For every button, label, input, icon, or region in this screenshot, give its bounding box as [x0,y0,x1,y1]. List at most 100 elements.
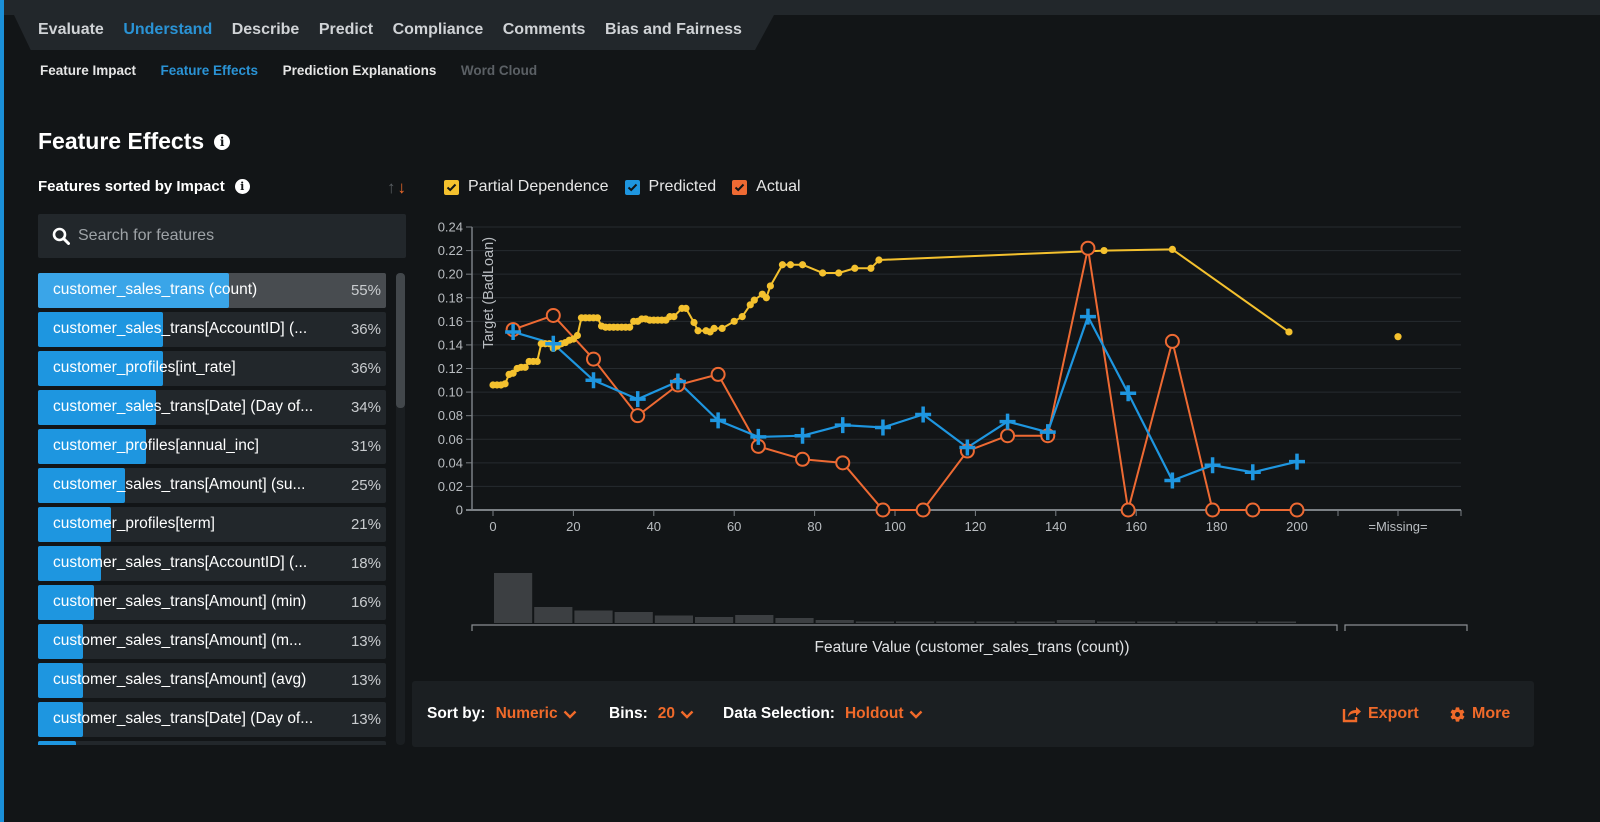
histogram-bar[interactable] [1257,621,1296,624]
partial-dependence-point[interactable] [573,331,582,340]
histogram-bar[interactable] [896,621,935,624]
partial-dependence-point[interactable] [670,313,678,321]
predicted-point[interactable] [915,406,932,423]
feature-list-item[interactable]: customer_sales_trans[AccountID] (... 18% [38,546,386,581]
partial-dependence-point[interactable] [851,264,859,272]
partial-dependence-point[interactable] [710,324,718,333]
feature-list-item[interactable]: customer_sales_trans[Amount] (su... 25% [38,468,386,503]
histogram-bar[interactable] [735,615,774,623]
feature-list-item[interactable]: customer_sales_trans[Date] (Day of... 13% [38,702,386,737]
actual-point[interactable] [795,451,811,467]
tab-comments[interactable]: Comments [503,20,586,40]
partial-dependence-point[interactable] [778,261,787,269]
actual-point[interactable] [586,351,601,367]
partial-dependence-point[interactable] [1168,245,1176,254]
tab-understand[interactable]: Understand [123,20,212,40]
predicted-point[interactable] [1289,453,1305,470]
actual-point[interactable] [915,502,931,518]
histogram-bar[interactable] [614,612,653,623]
predicted-point[interactable] [1204,457,1221,474]
checkbox-checked-icon[interactable] [444,179,459,195]
actual-point[interactable] [1245,502,1261,518]
partial-dependence-point[interactable] [762,294,770,302]
scrollbar-thumb[interactable] [396,273,405,408]
histogram-bar[interactable] [976,621,1015,624]
predicted-point[interactable] [874,419,891,436]
actual-point[interactable] [875,502,891,518]
subtab-prediction-explanations[interactable]: Prediction Explanations [283,63,437,78]
partial-dependence-missing-point[interactable] [1394,333,1402,341]
actual-point[interactable] [1000,428,1016,444]
data-selection-dropdown[interactable]: Holdout [845,705,923,723]
partial-dependence-point[interactable] [690,318,698,327]
legend-predicted[interactable]: Predicted [624,178,716,196]
histogram-bar[interactable] [574,610,613,624]
histogram-bar[interactable] [534,607,573,623]
feature-list-item[interactable]: customer_sales_trans[AccountID] (... 36% [38,312,386,347]
more-button[interactable]: More [1449,705,1510,723]
histogram-bar[interactable] [936,621,975,624]
histogram-bar[interactable] [775,618,814,623]
subtab-feature-effects[interactable]: Feature Effects [161,63,259,78]
actual-point[interactable] [1289,502,1305,518]
partial-dependence-point[interactable] [738,313,746,321]
partial-dependence-point[interactable] [718,324,726,333]
histogram-bar[interactable] [1056,620,1095,623]
feature-list-item[interactable]: customer_sales_trans[Amount] (min) 16% [38,585,386,620]
partial-dependence-point[interactable] [750,296,758,304]
checkbox-checked-icon[interactable] [732,179,748,195]
feature-list-item[interactable]: customer_profiles[int_rate] 36% [38,351,386,386]
info-icon[interactable]: i [214,133,231,150]
info-icon[interactable]: i [234,179,250,194]
actual-point[interactable] [1205,502,1221,518]
predicted-point[interactable] [629,391,646,408]
actual-point[interactable] [630,408,646,424]
feature-list-item[interactable]: customer_sales_trans[Date] (Day of... 34% [38,390,386,425]
partial-dependence-point[interactable] [593,314,602,322]
partial-dependence-point[interactable] [694,327,702,335]
partial-dependence-point[interactable] [501,380,509,388]
predicted-point[interactable] [1244,464,1261,481]
feature-list-item[interactable]: customer_sales_trans[Amount] (avg) 13% [38,663,386,698]
partial-dependence-point[interactable] [521,363,529,371]
bins-dropdown[interactable]: 20 [658,705,694,723]
partial-dependence-point[interactable] [1285,328,1293,336]
tab-bias-and-fairness[interactable]: Bias and Fairness [605,20,742,40]
histogram-bar[interactable] [855,621,894,624]
partial-dependence-point[interactable] [798,261,807,269]
partial-dependence-point[interactable] [867,264,875,272]
feature-list-item[interactable]: customer_profiles[term] 21% [38,507,386,542]
partial-dependence-point[interactable] [533,357,541,366]
feature-list-scrollbar[interactable] [396,273,405,745]
actual-point[interactable] [1164,333,1180,349]
predicted-point[interactable] [834,417,851,434]
partial-dependence-point[interactable] [875,256,883,264]
feature-list-item[interactable]: customer_sales_trans (count) 55% [38,273,386,308]
actual-point[interactable] [545,307,561,323]
feature-list-item[interactable] [38,741,386,745]
feature-list-item[interactable]: customer_profiles[annual_inc] 31% [38,429,386,464]
histogram-bar[interactable] [695,617,734,623]
actual-point[interactable] [835,455,851,471]
predicted-point[interactable] [1079,308,1096,325]
checkbox-checked-icon[interactable] [624,179,640,195]
tab-compliance[interactable]: Compliance [393,20,484,40]
histogram-bar[interactable] [1177,621,1216,624]
tab-describe[interactable]: Describe [232,20,300,40]
partial-dependence-point[interactable] [730,317,738,325]
partial-dependence-point[interactable] [682,304,690,312]
partial-dependence-point[interactable] [819,269,827,277]
tab-evaluate[interactable]: Evaluate [38,20,104,40]
legend-actual[interactable]: Actual [732,178,801,196]
histogram-bar[interactable] [1217,621,1256,624]
histogram-bar[interactable] [1097,621,1136,624]
predicted-point[interactable] [794,427,811,444]
histogram-bar[interactable] [654,615,693,624]
actual-point[interactable] [1120,502,1136,518]
export-button[interactable]: Export [1342,705,1419,723]
actual-point[interactable] [1080,240,1096,256]
partial-dependence-point[interactable] [835,269,843,277]
predicted-point[interactable] [1120,385,1137,402]
tab-predict[interactable]: Predict [319,20,373,40]
actual-point[interactable] [710,366,726,382]
